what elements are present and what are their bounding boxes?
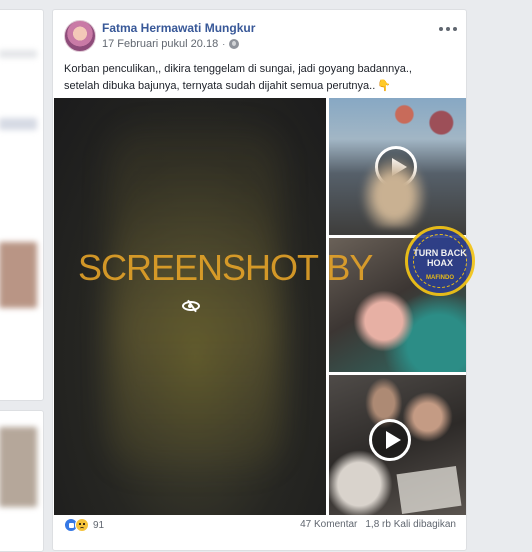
side-blurred-image xyxy=(0,242,37,308)
post-text: Korban penculikan,, dikira tenggelam di … xyxy=(64,61,459,95)
sad-icon xyxy=(75,518,89,532)
side-blurred-image xyxy=(0,427,37,507)
reactions[interactable]: 91 xyxy=(64,518,104,532)
post-text-line-2: setelah dibuka bajunya, ternyata sudah d… xyxy=(64,78,459,95)
post-text-line-1: Korban penculikan,, dikira tenggelam di … xyxy=(64,63,412,75)
video-thumbnail-3[interactable] xyxy=(329,375,466,515)
point-down-emoji: 👇 xyxy=(377,80,391,92)
author-name[interactable]: Fatma Hermawati Mungkur xyxy=(102,21,255,35)
comment-count[interactable]: 47 Komentar xyxy=(300,519,357,530)
side-card-bottom xyxy=(0,410,44,552)
play-icon[interactable] xyxy=(375,146,417,188)
badge-main-text: TURN BACK HOAX xyxy=(413,248,467,268)
badge-sub-text: MAFINDO xyxy=(426,275,454,281)
meta-separator: · xyxy=(222,39,226,49)
side-blurred-text xyxy=(0,118,37,130)
globe-icon xyxy=(229,39,240,49)
side-card-top xyxy=(0,9,44,401)
post-timestamp[interactable]: 17 Februari pukul 20.18 xyxy=(102,38,218,50)
video-thumbnail-1[interactable] xyxy=(329,98,466,235)
facebook-post: Fatma Hermawati Mungkur 17 Februari puku… xyxy=(52,9,467,551)
turn-back-hoax-logo: TURN BACK HOAX MAFINDO xyxy=(405,226,475,296)
engagement-counts: 47 Komentar 1,8 rb Kali dibagikan xyxy=(300,519,456,530)
post-meta: 17 Februari pukul 20.18 · xyxy=(102,38,240,50)
media-grid xyxy=(53,98,466,515)
reaction-count[interactable]: 91 xyxy=(93,520,104,531)
play-icon[interactable] xyxy=(369,419,411,461)
author-avatar[interactable] xyxy=(64,20,96,52)
hidden-eye-icon xyxy=(182,301,200,311)
more-options-icon[interactable] xyxy=(439,24,457,34)
main-photo-blurred[interactable] xyxy=(54,98,326,515)
side-blurred-text xyxy=(0,50,37,58)
share-count[interactable]: 1,8 rb Kali dibagikan xyxy=(365,519,456,530)
